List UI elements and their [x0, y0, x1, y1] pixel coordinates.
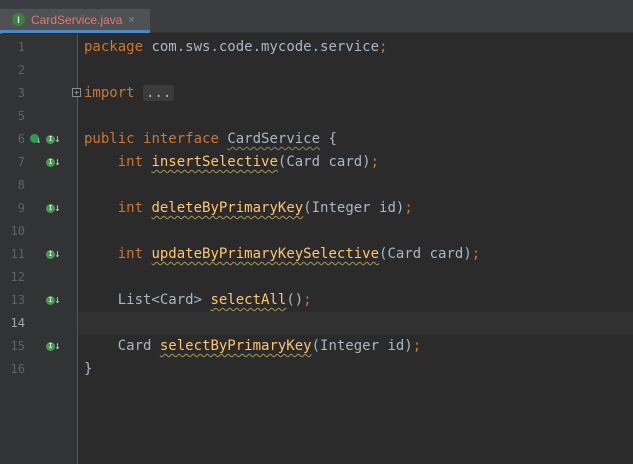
line-number: 6 — [17, 132, 25, 146]
code-line[interactable]: + import ... — [72, 82, 633, 105]
line-number: 1 — [17, 40, 25, 54]
line-number: 11 — [10, 247, 25, 261]
tab-cardservice[interactable]: I CardService.java × — [0, 9, 150, 33]
code-area[interactable]: package com.sws.code.mycode.service; + im… — [72, 34, 633, 464]
implemented-method-icon[interactable]: I ↓ — [45, 248, 61, 261]
code-line[interactable]: } — [79, 358, 633, 381]
caret-line[interactable] — [79, 312, 633, 335]
keyword: import — [84, 85, 135, 101]
code-line[interactable]: int deleteByPrimaryKey(Integer id); — [79, 197, 633, 220]
implemented-icon[interactable]: ↓ — [30, 133, 43, 146]
line-number: 2 — [17, 63, 25, 77]
method-name[interactable]: deleteByPrimaryKey — [151, 200, 303, 216]
editor-tab-bar: I CardService.java × — [0, 0, 633, 33]
method-name[interactable]: selectAll — [210, 292, 286, 308]
line-number-current: 14 — [10, 316, 25, 330]
interface-name[interactable]: CardService — [227, 131, 320, 147]
return-type: int — [117, 154, 144, 170]
keyword: public — [84, 131, 135, 147]
brace: { — [328, 131, 337, 147]
code-line[interactable]: Card selectByPrimaryKey(Integer id); — [79, 335, 633, 358]
gutter-row: 1 — [0, 36, 78, 59]
method-args: (Integer id) — [303, 200, 405, 216]
gutter-row: 14 — [0, 312, 78, 335]
code-editor[interactable]: 1 2 3 5 6 ↓ I ↓ 7 I ↓ 8 9 I ↓ 10 11 I ↓ 12 1… — [0, 34, 633, 464]
close-icon[interactable]: × — [128, 14, 134, 26]
interface-file-icon: I — [12, 13, 25, 26]
line-number: 5 — [17, 109, 25, 123]
semicolon: ; — [379, 39, 388, 55]
gutter-row: 16 — [0, 358, 78, 381]
code-line[interactable]: package com.sws.code.mycode.service; — [79, 36, 633, 59]
line-number: 13 — [10, 293, 25, 307]
implemented-method-icon[interactable]: I ↓ — [45, 294, 61, 307]
gutter-row: 15 I ↓ — [0, 335, 78, 358]
gutter-row: 12 — [0, 266, 78, 289]
gutter-row: 3 — [0, 82, 78, 105]
expand-fold-icon[interactable]: + — [72, 88, 81, 97]
keyword: package — [84, 39, 144, 55]
gutter-row: 8 — [0, 174, 78, 197]
return-type: int — [117, 246, 144, 262]
gutter-row: 7 I ↓ — [0, 151, 78, 174]
line-number: 12 — [10, 270, 25, 284]
gutter-row: 6 ↓ I ↓ — [0, 128, 78, 151]
gutter-row: 11 I ↓ — [0, 243, 78, 266]
gutter-row: 9 I ↓ — [0, 197, 78, 220]
method-name[interactable]: updateByPrimaryKeySelective — [151, 246, 379, 262]
keyword: interface — [143, 131, 219, 147]
code-line[interactable]: List<Card> selectAll(); — [79, 289, 633, 312]
folded-imports[interactable]: ... — [143, 85, 175, 101]
package-name: com.sws.code.mycode.service — [151, 39, 380, 55]
line-number: 7 — [17, 155, 25, 169]
line-number: 10 — [10, 224, 25, 238]
line-number: 3 — [17, 86, 25, 100]
return-type: int — [117, 200, 144, 216]
code-line[interactable]: public interface CardService { — [79, 128, 633, 151]
semicolon: ; — [370, 154, 380, 170]
gutter-row: 10 — [0, 220, 78, 243]
line-number: 8 — [17, 178, 25, 192]
gutter-row: 13 I ↓ — [0, 289, 78, 312]
method-name[interactable]: selectByPrimaryKey — [160, 338, 312, 354]
semicolon: ; — [412, 338, 422, 354]
method-args: (Card card) — [277, 154, 371, 170]
gutter-row: 5 — [0, 105, 78, 128]
return-type: List<Card> — [117, 292, 203, 308]
line-gutter: 1 2 3 5 6 ↓ I ↓ 7 I ↓ 8 9 I ↓ 10 11 I ↓ 12 1… — [0, 34, 78, 464]
gutter-row: 2 — [0, 59, 78, 82]
line-number: 9 — [17, 201, 25, 215]
semicolon: ; — [471, 246, 481, 262]
line-number: 16 — [10, 362, 25, 376]
implemented-method-icon[interactable]: I ↓ — [45, 133, 61, 146]
code-line[interactable]: int insertSelective(Card card); — [79, 151, 633, 174]
implemented-method-icon[interactable]: I ↓ — [45, 156, 61, 169]
semicolon: ; — [404, 200, 413, 216]
method-args: () — [286, 292, 304, 308]
method-args: (Card card) — [379, 246, 472, 262]
implemented-method-icon[interactable]: I ↓ — [45, 340, 61, 353]
method-name[interactable]: insertSelective — [151, 154, 277, 170]
implemented-method-icon[interactable]: I ↓ — [45, 202, 61, 215]
semicolon: ; — [303, 292, 312, 308]
brace: } — [84, 361, 93, 377]
tab-title: CardService.java — [31, 12, 123, 27]
line-number: 15 — [10, 339, 25, 353]
method-args: (Integer id) — [311, 338, 413, 354]
return-type: Card — [117, 338, 152, 354]
code-line[interactable]: int updateByPrimaryKeySelective(Card car… — [79, 243, 633, 266]
